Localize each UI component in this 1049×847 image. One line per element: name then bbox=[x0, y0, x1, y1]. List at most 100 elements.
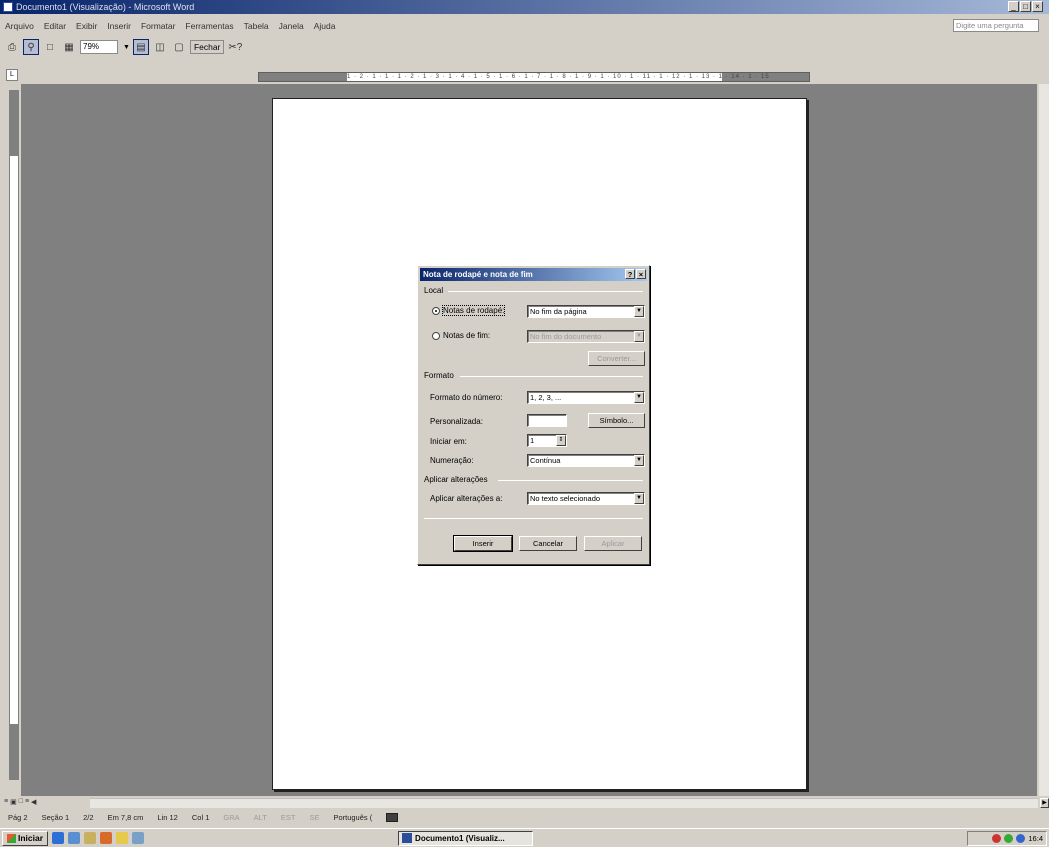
zoom-dropdown-icon[interactable]: ▼ bbox=[123, 44, 130, 51]
print-preview-toolbar: ⎙ ⚲ □ ▦ 79% ▼ ▤ ◫ ▢ Fechar ✂? bbox=[0, 37, 1049, 57]
menu-ferramentas[interactable]: Ferramentas bbox=[180, 21, 238, 31]
menu-arquivo[interactable]: Arquivo bbox=[0, 21, 39, 31]
taskbar-word-button[interactable]: Documento1 (Visualiz... bbox=[398, 830, 534, 846]
menu-exibir[interactable]: Exibir bbox=[71, 21, 102, 31]
media-icon[interactable] bbox=[84, 832, 97, 844]
web-layout-icon[interactable]: ▣ bbox=[10, 798, 17, 808]
scroll-left-icon[interactable]: ◀ bbox=[31, 798, 36, 808]
network-icon[interactable] bbox=[132, 832, 145, 844]
magnifier-icon[interactable]: ⚲ bbox=[23, 39, 39, 55]
window-title: Documento1 (Visualização) - Microsoft Wo… bbox=[16, 2, 195, 12]
horizontal-ruler[interactable]: 1 · 2 · 1 · 1 · 1 · 2 · 1 · 3 · 1 · 4 · … bbox=[258, 72, 810, 82]
taskbar-word-label: Documento1 (Visualiz... bbox=[415, 833, 505, 843]
full-screen-icon[interactable]: ▢ bbox=[171, 39, 187, 55]
menu-inserir[interactable]: Inserir bbox=[102, 21, 136, 31]
symbol-button[interactable]: Símbolo... bbox=[588, 413, 645, 428]
word-app-icon[interactable] bbox=[3, 2, 13, 12]
custom-mark-input[interactable] bbox=[527, 414, 567, 427]
quicklaunch-app-icon[interactable] bbox=[100, 832, 113, 844]
tray-antivirus-icon[interactable] bbox=[992, 834, 1002, 843]
ask-question-input[interactable]: Digite uma pergunta bbox=[953, 19, 1039, 32]
footnotes-radio[interactable] bbox=[432, 307, 440, 315]
start-button[interactable]: Iniciar bbox=[2, 830, 49, 846]
start-label: Iniciar bbox=[18, 833, 44, 843]
dialog-title-bar[interactable]: Nota de rodapé e nota de fim ? × bbox=[420, 268, 647, 281]
outline-view-icon[interactable]: ≡ bbox=[25, 798, 29, 808]
start-at-label: Iniciar em: bbox=[430, 437, 467, 446]
menu-tabela[interactable]: Tabela bbox=[239, 21, 274, 31]
system-tray: 16:4 bbox=[967, 831, 1047, 846]
numbering-label: Numeração: bbox=[430, 456, 474, 465]
word-document-icon bbox=[402, 833, 413, 843]
menu-ajuda[interactable]: Ajuda bbox=[309, 21, 341, 31]
multiple-pages-icon[interactable]: ▦ bbox=[61, 39, 77, 55]
print-icon[interactable]: ⎙ bbox=[4, 39, 20, 55]
apply-to-select[interactable]: No texto selecionado ▼ bbox=[527, 492, 645, 505]
spinner-arrows-icon[interactable]: ⇕ bbox=[556, 435, 566, 446]
menu-janela[interactable]: Janela bbox=[274, 21, 309, 31]
vertical-ruler-bottom-margin bbox=[10, 724, 18, 779]
status-page: Pág 2 bbox=[8, 813, 28, 822]
tray-volume-icon[interactable] bbox=[1016, 834, 1026, 843]
horizontal-scrollbar[interactable] bbox=[90, 798, 1038, 808]
scroll-right-icon[interactable]: ▶ bbox=[1040, 798, 1049, 808]
vertical-ruler-top-margin bbox=[10, 91, 18, 156]
footnotes-location-value: No fim da página bbox=[530, 307, 587, 316]
numbering-value: Contínua bbox=[530, 456, 561, 465]
one-page-icon[interactable]: □ bbox=[42, 39, 58, 55]
number-format-value: 1, 2, 3, ... bbox=[530, 393, 562, 402]
apply-button[interactable]: Aplicar bbox=[584, 536, 642, 551]
convert-button[interactable]: Converter... bbox=[588, 351, 645, 366]
minimize-button[interactable]: _ bbox=[1008, 1, 1019, 12]
chevron-down-icon[interactable]: ▼ bbox=[634, 392, 644, 403]
dialog-close-button[interactable]: × bbox=[636, 269, 646, 279]
status-gra[interactable]: GRA bbox=[223, 813, 239, 822]
status-column: Col 1 bbox=[191, 813, 210, 822]
browser-icon[interactable] bbox=[52, 832, 65, 844]
footnotes-location-select[interactable]: No fim da página ▼ bbox=[527, 305, 645, 318]
chevron-down-icon[interactable]: ▼ bbox=[634, 493, 644, 504]
shrink-to-fit-icon[interactable]: ◫ bbox=[152, 39, 168, 55]
spelling-book-icon[interactable] bbox=[386, 813, 399, 822]
numbering-select[interactable]: Contínua ▼ bbox=[527, 454, 645, 467]
normal-view-icon[interactable]: ≡ bbox=[4, 798, 8, 808]
view-ruler-icon[interactable]: ▤ bbox=[132, 39, 149, 55]
status-alt[interactable]: ALT bbox=[254, 813, 267, 822]
cancel-button[interactable]: Cancelar bbox=[519, 536, 577, 551]
tray-network-icon[interactable] bbox=[1004, 834, 1014, 843]
print-layout-icon[interactable]: □ bbox=[19, 798, 23, 808]
buttons-divider bbox=[424, 518, 643, 519]
zoom-combo[interactable]: 79% bbox=[80, 40, 118, 54]
zoom-value: 79% bbox=[83, 42, 100, 51]
vertical-ruler[interactable] bbox=[9, 90, 19, 780]
status-position: Em 7,8 cm bbox=[107, 813, 144, 822]
windows-flag-icon bbox=[7, 833, 16, 843]
number-format-select[interactable]: 1, 2, 3, ... ▼ bbox=[527, 391, 645, 404]
tab-selector-icon[interactable]: L bbox=[6, 69, 18, 81]
status-se[interactable]: SE bbox=[309, 813, 319, 822]
status-est[interactable]: EST bbox=[281, 813, 296, 822]
endnotes-location-select[interactable]: No fim do documento ▼ bbox=[527, 330, 645, 343]
menu-formatar[interactable]: Formatar bbox=[136, 21, 180, 31]
context-help-icon[interactable]: ✂? bbox=[227, 39, 243, 55]
chevron-down-icon[interactable]: ▼ bbox=[634, 306, 644, 317]
number-format-label: Formato do número: bbox=[430, 393, 503, 402]
vertical-scrollbar[interactable] bbox=[1039, 84, 1049, 796]
start-at-spinner[interactable]: 1 ⇕ bbox=[527, 434, 567, 447]
dialog-help-button[interactable]: ? bbox=[625, 269, 635, 279]
menu-editar[interactable]: Editar bbox=[39, 21, 71, 31]
close-preview-button[interactable]: Fechar bbox=[189, 40, 225, 54]
folder-icon[interactable] bbox=[116, 832, 129, 844]
insert-button[interactable]: Inserir bbox=[453, 535, 513, 552]
chevron-down-icon[interactable]: ▼ bbox=[634, 455, 644, 466]
chevron-down-icon[interactable]: ▼ bbox=[634, 331, 644, 342]
close-window-button[interactable]: × bbox=[1032, 1, 1043, 12]
endnotes-label[interactable]: Notas de fim: bbox=[443, 331, 490, 340]
local-group-divider bbox=[448, 291, 643, 292]
window-title-bar[interactable]: Documento1 (Visualização) - Microsoft Wo… bbox=[0, 0, 1049, 14]
endnotes-radio[interactable] bbox=[432, 332, 440, 340]
desktop-icon[interactable] bbox=[68, 832, 81, 844]
tray-clock[interactable]: 16:4 bbox=[1028, 834, 1043, 843]
restore-button[interactable]: □ bbox=[1020, 1, 1031, 12]
footnotes-label[interactable]: Notas de rodapé: bbox=[441, 305, 506, 316]
